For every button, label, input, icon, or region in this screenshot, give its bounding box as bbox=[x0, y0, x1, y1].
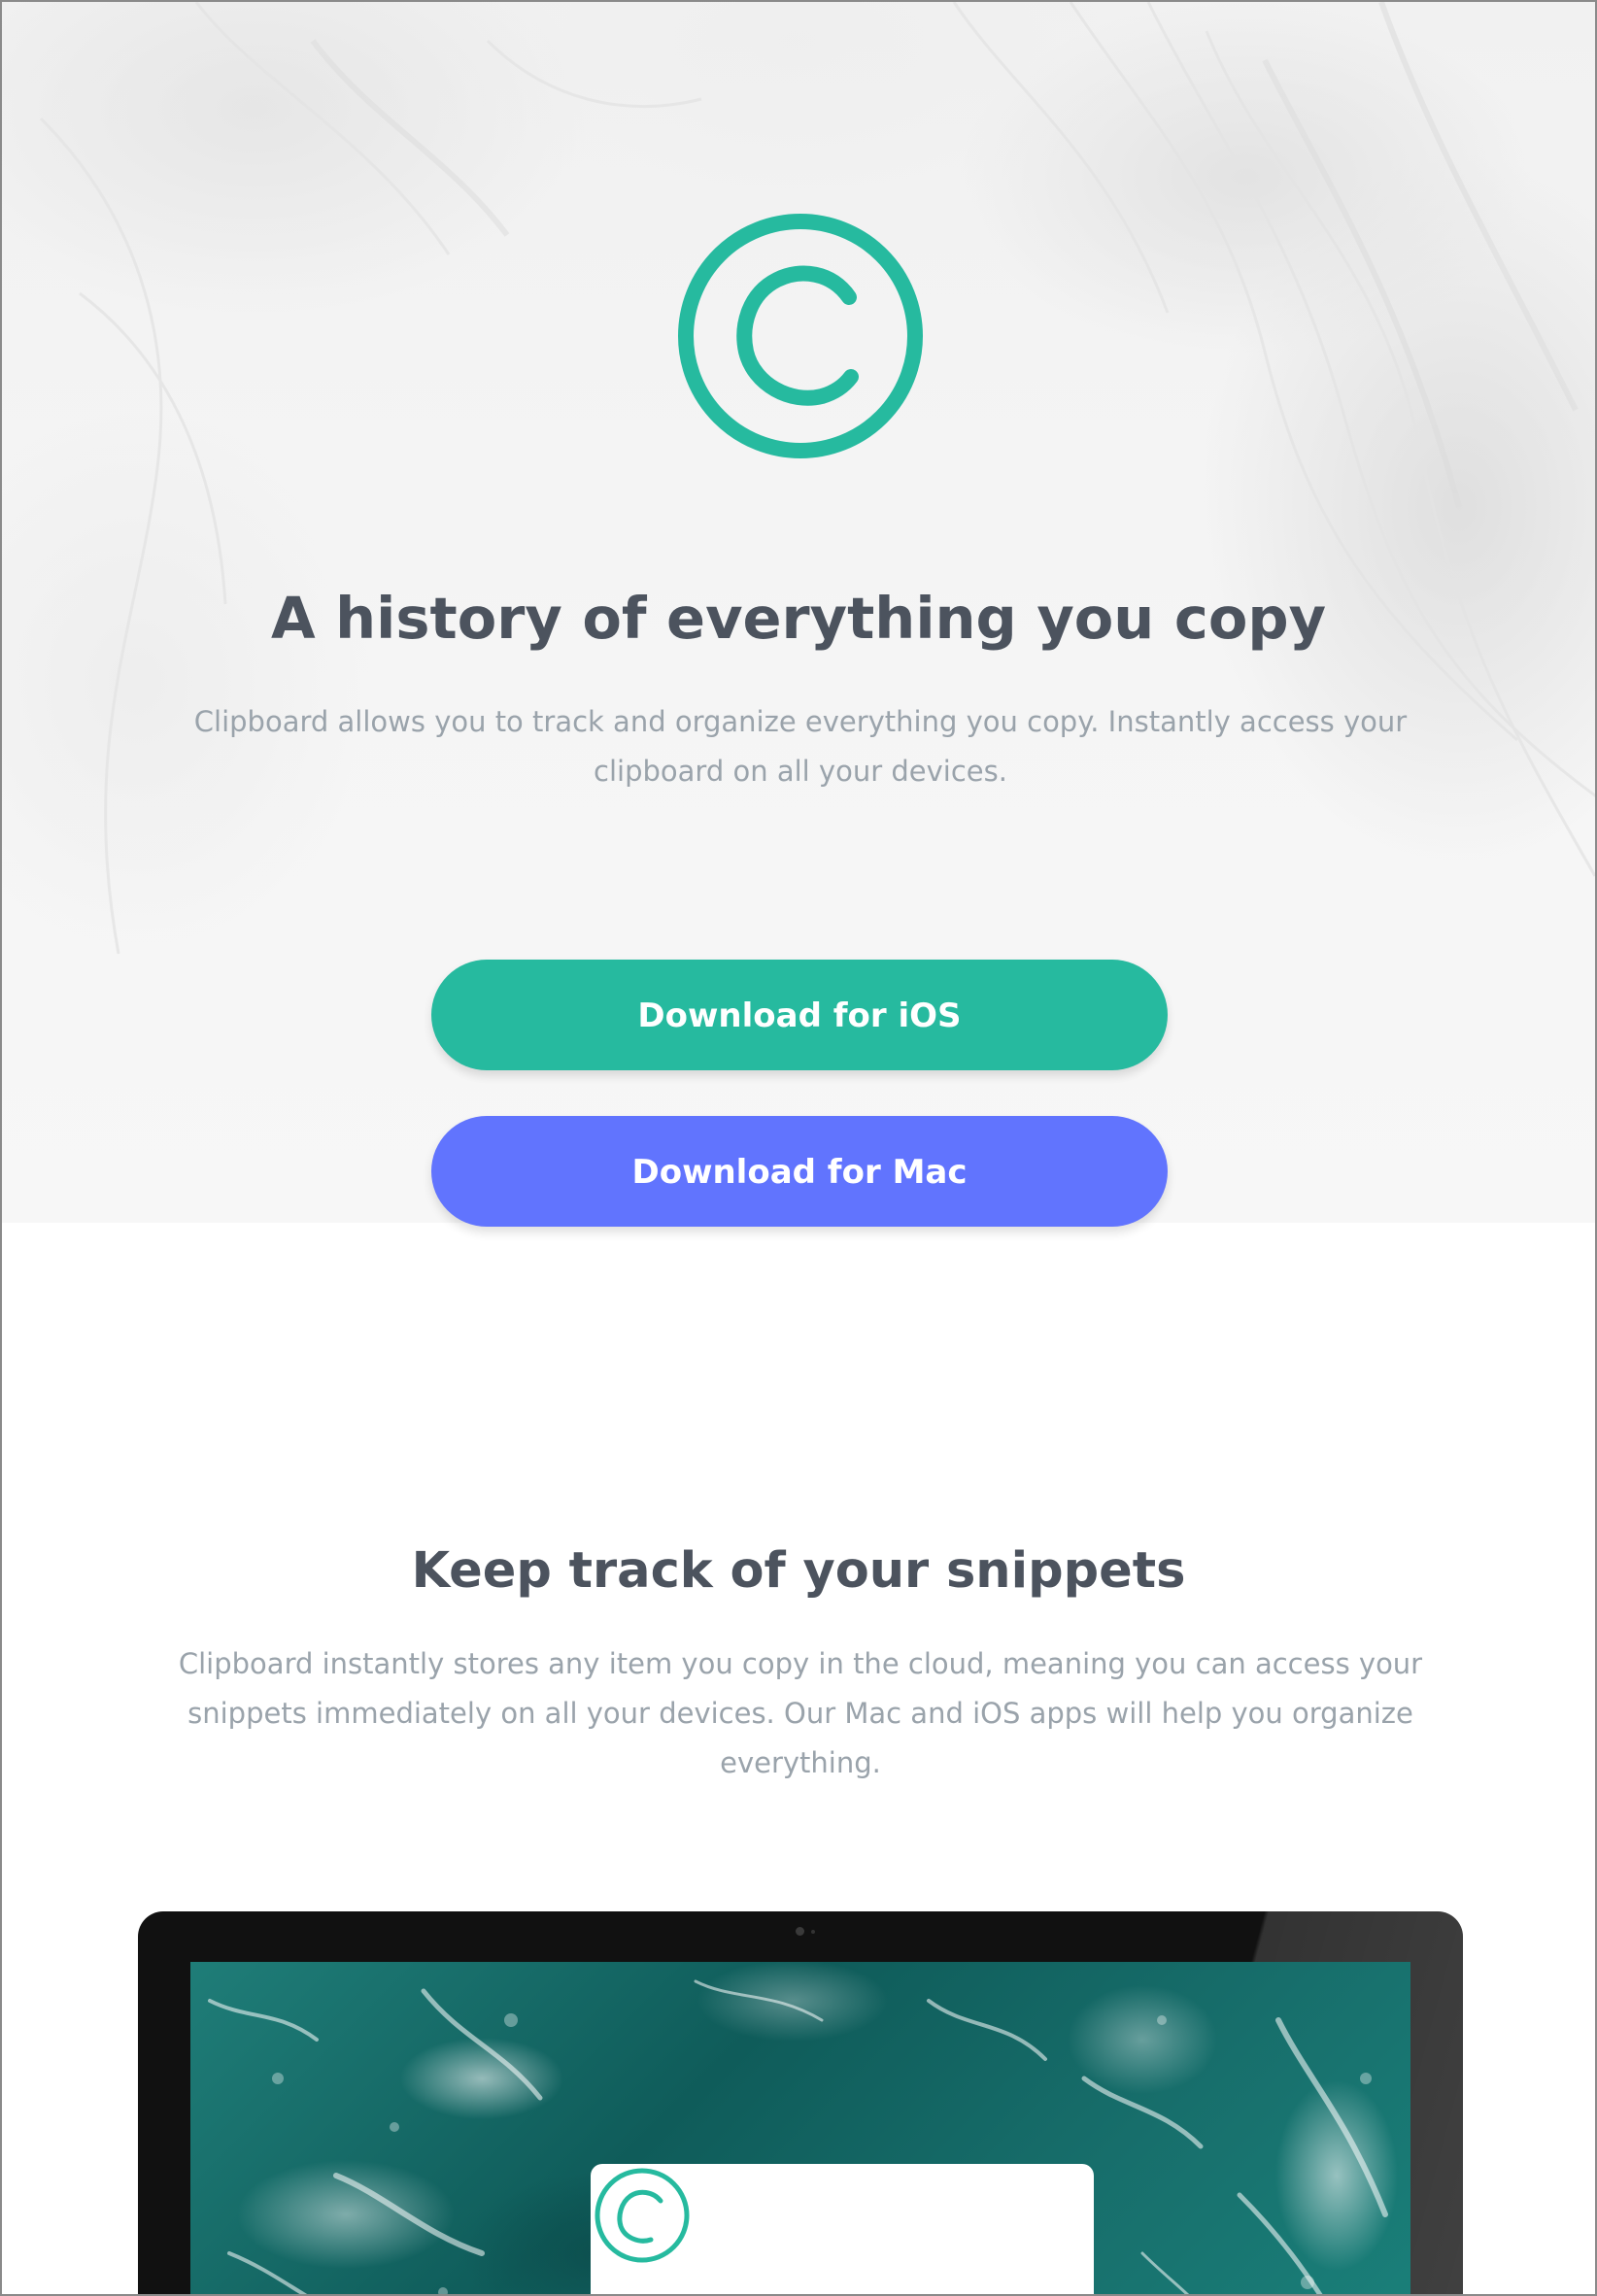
camera-icon bbox=[796, 1927, 804, 1936]
app-window-card bbox=[591, 2164, 1094, 2294]
download-mac-button[interactable]: Download for Mac bbox=[431, 1116, 1168, 1227]
desktop-monitor-mockup bbox=[138, 1911, 1463, 2294]
page: A history of everything you copy Clipboa… bbox=[0, 0, 1597, 2296]
hero-description: Clipboard allows you to track and organi… bbox=[193, 705, 1408, 788]
monitor-screen bbox=[190, 1962, 1410, 2294]
snippets-title: Keep track of your snippets bbox=[411, 1542, 1186, 1600]
hero-section: A history of everything you copy Clipboa… bbox=[2, 2, 1595, 1223]
hero-title: A history of everything you copy bbox=[270, 585, 1327, 652]
snippets-description: Clipboard instantly stores any item you … bbox=[178, 1647, 1423, 1779]
download-ios-button[interactable]: Download for iOS bbox=[431, 960, 1168, 1070]
copyright-c-logo-icon bbox=[678, 214, 923, 458]
camera-sensor-dot bbox=[811, 1930, 815, 1934]
copyright-c-logo-icon bbox=[595, 2168, 690, 2263]
